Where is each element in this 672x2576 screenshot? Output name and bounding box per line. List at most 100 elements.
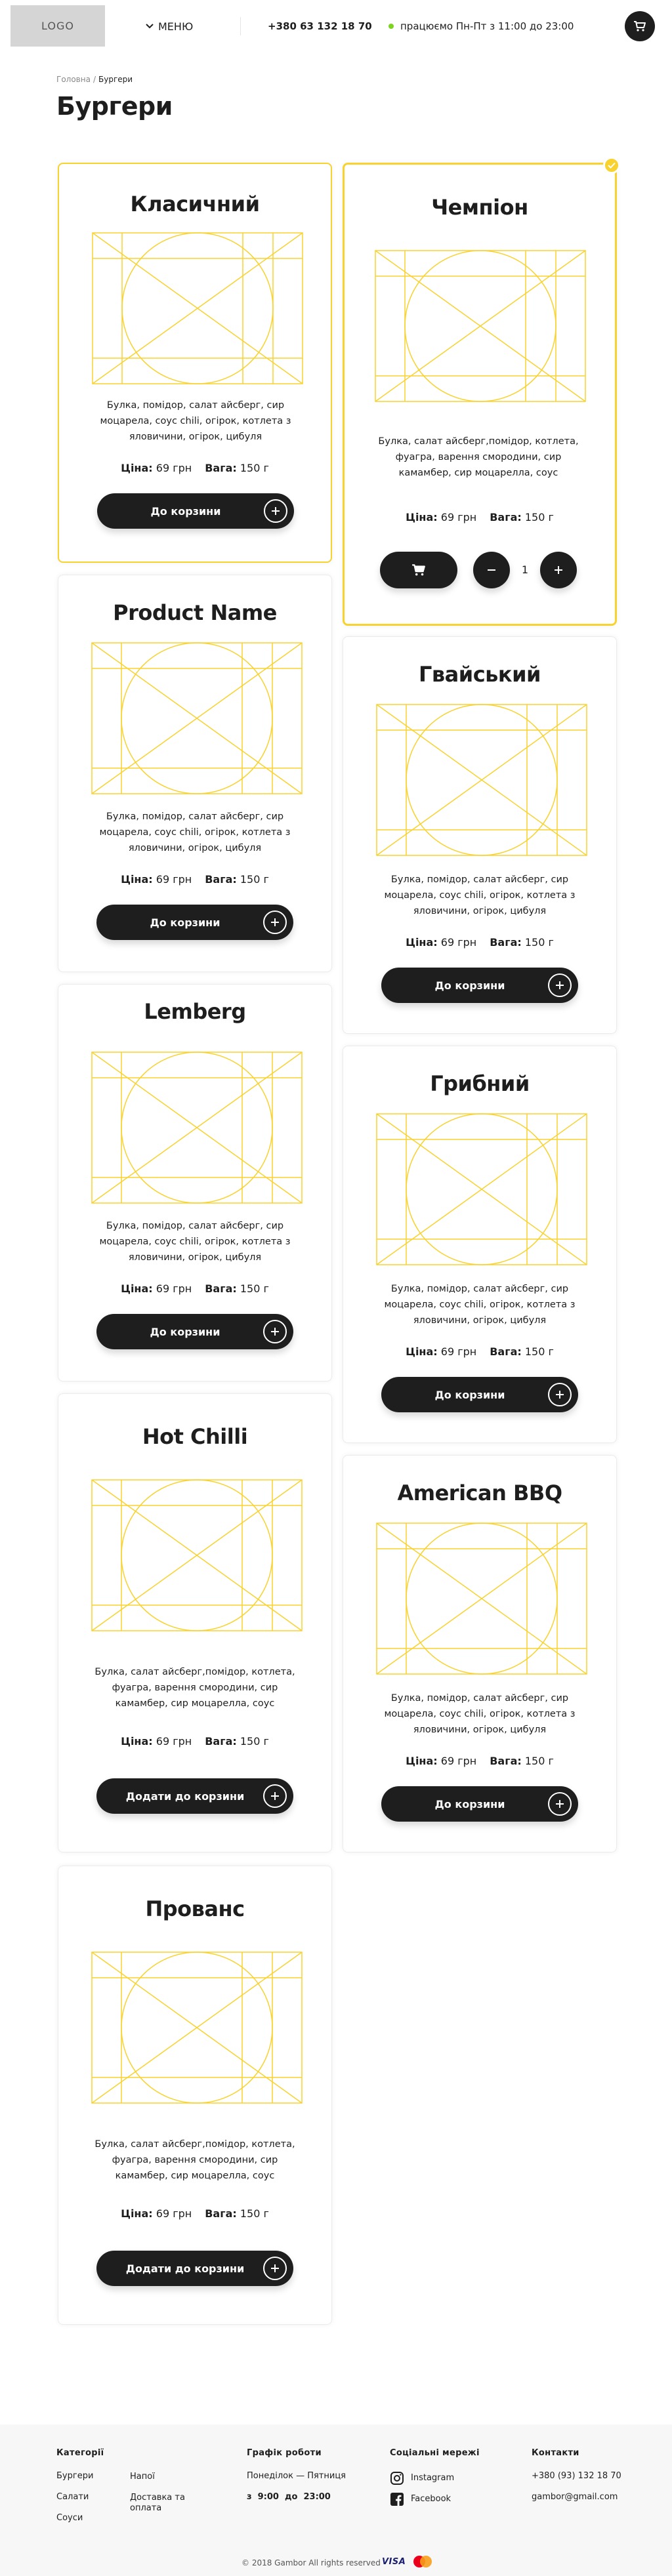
copyright: © 2018 Gambor All rights reserved (242, 2558, 381, 2567)
add-to-cart-button[interactable]: До корзини (381, 968, 578, 1003)
weight-label: Вага: (205, 462, 237, 474)
social-facebook[interactable]: Facebook (390, 2492, 480, 2506)
price-label: Ціна: (406, 511, 438, 523)
plus-icon (263, 2257, 287, 2280)
menu-button[interactable]: МЕНЮ (146, 18, 193, 34)
product-name: Lemberg (144, 999, 246, 1024)
in-cart-button[interactable] (380, 552, 457, 588)
footer-link-drinks[interactable]: Напої (130, 2472, 189, 2482)
product-card: Прованс Булка, салат айсберг,помідор, ко… (58, 1866, 332, 2325)
cart-button[interactable] (625, 11, 655, 41)
product-meta: Ціна: 69 грн Вага: 150 г (343, 1345, 616, 1358)
quantity-stepper: 1 (380, 552, 577, 588)
product-meta: Ціна: 69 грн Вага: 150 г (345, 511, 615, 523)
contact-phone[interactable]: +380 (93) 132 18 70 (532, 2471, 621, 2482)
social-instagram[interactable]: Instagram (390, 2471, 480, 2485)
logo[interactable]: LOGO (10, 5, 105, 47)
weight-label: Вага: (205, 2207, 237, 2220)
footer-heading: Категорії (56, 2448, 104, 2458)
minus-icon (488, 569, 495, 571)
weight-label: Вага: (205, 873, 237, 886)
product-weight: 150 г (524, 936, 554, 949)
add-to-cart-button[interactable]: До корзини (381, 1786, 578, 1822)
facebook-icon (390, 2493, 404, 2506)
visa-icon: VISA (382, 2556, 406, 2567)
product-name: Чемпіон (431, 195, 528, 220)
add-to-cart-button[interactable]: До корзини (381, 1377, 578, 1412)
product-name: Прованс (145, 1896, 245, 1921)
weight-label: Вага: (490, 1755, 522, 1767)
add-to-cart-button[interactable]: Додати до корзини (96, 1778, 293, 1814)
footer-schedule: Графік роботи Понеділок — Пятниця з 9:00… (247, 2448, 346, 2503)
plus-icon (264, 499, 287, 523)
divider (240, 17, 241, 35)
footer-link-burgers[interactable]: Бургери (56, 2471, 104, 2482)
price-label: Ціна: (121, 1282, 153, 1295)
product-price: 69 грн (156, 1282, 192, 1295)
product-meta: Ціна: 69 грн Вага: 150 г (58, 1735, 331, 1748)
product-name: Грибний (430, 1071, 530, 1096)
breadcrumb-separator: / (93, 75, 96, 84)
product-description: Булка, помідор, салат айсберг, сир моцар… (384, 1693, 576, 1735)
plus-icon (548, 973, 572, 997)
product-name: American BBQ (397, 1481, 562, 1505)
mastercard-icon (413, 2556, 432, 2567)
product-card: Гвайський Булка, помідор, салат айсберг,… (343, 636, 617, 1034)
price-label: Ціна: (121, 1735, 153, 1748)
product-card: American BBQ Булка, помідор, салат айсбе… (343, 1455, 617, 1852)
footer-categories: Категорії Бургери Салати Соуси (56, 2448, 104, 2524)
plus-icon (548, 1792, 572, 1816)
add-to-cart-button[interactable]: До корзини (96, 905, 293, 940)
site-footer: Категорії Бургери Салати Соуси Напої Дос… (0, 2424, 672, 2576)
product-weight: 150 г (240, 1282, 269, 1295)
product-weight: 150 г (524, 1755, 554, 1767)
product-meta: Ціна: 69 грн Вага: 150 г (58, 873, 331, 886)
plus-icon (555, 566, 562, 574)
product-meta: Ціна: 69 грн Вага: 150 г (58, 2207, 331, 2220)
page-title: Бургери (56, 92, 173, 121)
footer-link-sauces[interactable]: Соуси (56, 2513, 104, 2524)
product-name: Hot Chilli (142, 1424, 248, 1449)
product-weight: 150 г (240, 462, 269, 474)
add-to-cart-button[interactable]: До корзини (96, 1314, 293, 1349)
product-weight: 150 г (240, 873, 269, 886)
product-image-placeholder (376, 1523, 587, 1675)
product-price: 69 грн (440, 1345, 477, 1358)
contact-email[interactable]: gambor@gmail.com (532, 2492, 621, 2503)
footer-social: Соціальні мережі Instagram Facebook (390, 2448, 480, 2506)
footer-extra-links: Напої Доставка та оплата (130, 2472, 189, 2514)
product-price: 69 грн (440, 511, 477, 523)
price-label: Ціна: (121, 2207, 153, 2220)
schedule-time: з 9:00 до 23:00 (247, 2492, 331, 2502)
add-to-cart-button[interactable]: До корзини (97, 493, 294, 529)
product-description: Булка, салат айсберг,помідор, котлета, ф… (94, 1667, 295, 1709)
cart-icon (634, 21, 646, 31)
product-card: Lemberg Булка, помідор, салат айсберг, с… (58, 984, 332, 1381)
product-card: Product Name Булка, помідор, салат айсбе… (58, 575, 332, 972)
weight-label: Вага: (205, 1735, 237, 1748)
weight-label: Вага: (490, 1345, 522, 1358)
product-card: Класичний Булка, помідор, салат айсберг,… (58, 163, 332, 563)
product-weight: 150 г (524, 1345, 554, 1358)
footer-heading: Соціальні мережі (390, 2448, 480, 2458)
plus-icon (263, 910, 287, 934)
increase-quantity-button[interactable] (540, 552, 577, 588)
product-meta: Ціна: 69 грн Вага: 150 г (343, 936, 616, 949)
breadcrumb-home[interactable]: Головна (56, 75, 91, 84)
product-description: Булка, помідор, салат айсберг, сир моцар… (100, 400, 291, 442)
footer-link-salads[interactable]: Салати (56, 2492, 104, 2503)
decrease-quantity-button[interactable] (473, 552, 510, 588)
product-weight: 150 г (240, 1735, 269, 1748)
footer-link-delivery[interactable]: Доставка та оплата (130, 2493, 189, 2514)
footer-heading: Графік роботи (247, 2448, 322, 2458)
breadcrumb-current: Бургери (98, 75, 133, 84)
product-card-selected: Чемпіон Булка, салат айсберг,помідор, ко… (343, 157, 620, 626)
product-description: Булка, салат айсберг,помідор, котлета, ф… (94, 2139, 295, 2181)
payment-methods: VISA (382, 2555, 433, 2568)
header-phone[interactable]: +380 63 132 18 70 (268, 18, 372, 34)
price-label: Ціна: (121, 873, 153, 886)
product-image-placeholder (91, 1479, 303, 1631)
add-to-cart-button[interactable]: Додати до корзини (96, 2251, 293, 2286)
price-label: Ціна: (406, 936, 438, 949)
product-price: 69 грн (440, 1755, 477, 1767)
